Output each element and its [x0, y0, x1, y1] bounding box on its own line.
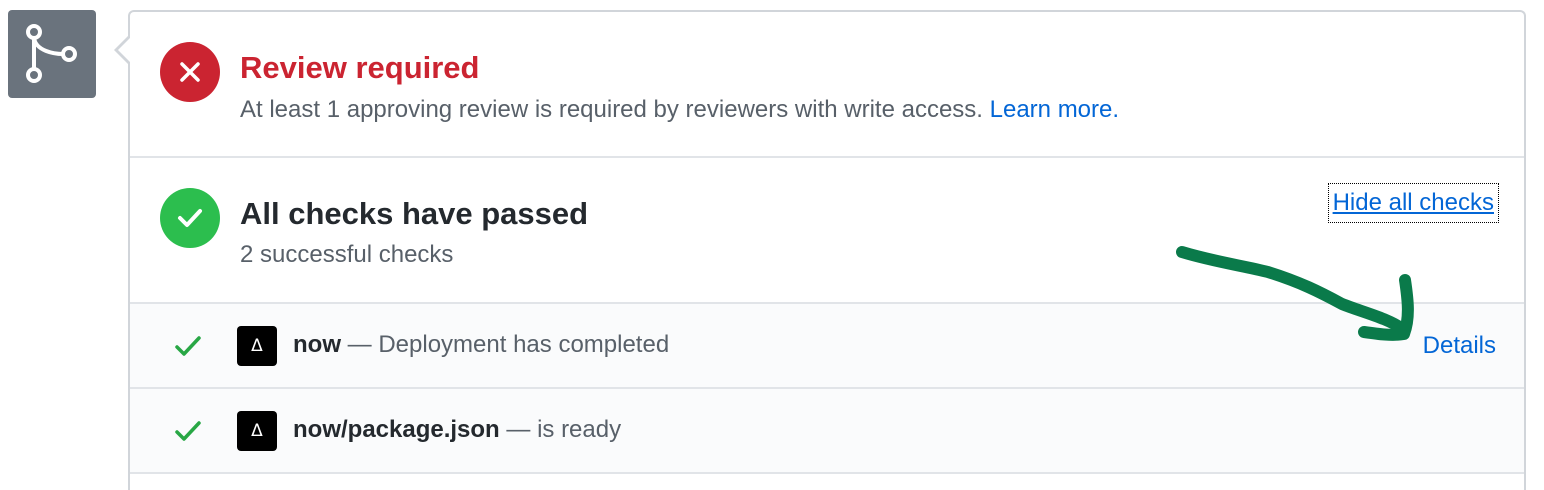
check-icon: [175, 336, 201, 356]
checks-subtitle: 2 successful checks: [240, 241, 454, 268]
check-separator: —: [341, 331, 379, 358]
check-icon: [178, 209, 202, 227]
review-title: Review required: [240, 50, 480, 85]
checks-status-circle: [160, 188, 220, 248]
check-separator: —: [499, 416, 538, 443]
check-status-text: Deployment has completed: [378, 331, 670, 358]
check-row: Δ now/package.json — is ready: [130, 389, 1524, 474]
review-section: Review required At least 1 approving rev…: [130, 12, 1524, 158]
checks-section: All checks have passed 2 successful chec…: [130, 158, 1524, 304]
check-row: Δ now — Deployment has completed Details: [130, 304, 1524, 389]
review-description: At least 1 approving review is required …: [240, 95, 1119, 125]
app-avatar: Δ: [237, 326, 277, 366]
check-name: now/package.json: [293, 416, 500, 443]
check-description: now/package.json — is ready: [293, 414, 621, 446]
merge-status-box: Review required At least 1 approving rev…: [114, 10, 1526, 490]
branch-badge: [8, 10, 96, 98]
git-branch-icon: [26, 24, 77, 83]
x-icon: [180, 62, 200, 82]
check-icon: [175, 421, 201, 441]
check-status-text: is ready: [537, 416, 622, 443]
review-description-text: At least 1 approving review is required …: [240, 96, 983, 123]
checks-title: All checks have passed: [240, 196, 589, 231]
details-link[interactable]: Details: [1423, 330, 1496, 362]
hide-all-checks-link[interactable]: Hide all checks: [1327, 183, 1500, 223]
app-avatar: Δ: [237, 411, 277, 451]
check-name: now: [293, 331, 341, 358]
review-status-circle: [160, 42, 220, 102]
learn-more-link[interactable]: Learn more.: [990, 96, 1119, 123]
check-description: now — Deployment has completed: [293, 329, 669, 361]
